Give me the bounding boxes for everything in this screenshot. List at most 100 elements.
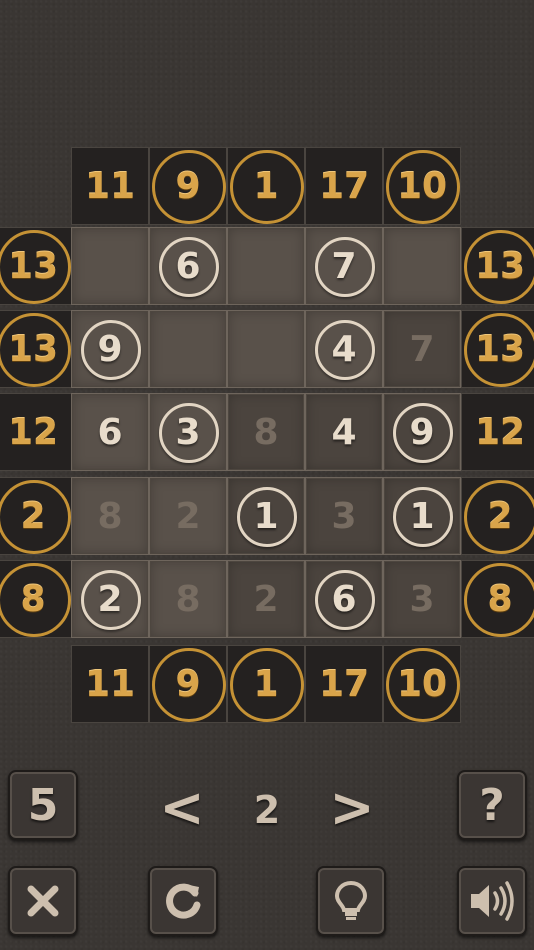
left-clue: 8 [0, 560, 72, 638]
cell-number: 3 [331, 495, 357, 537]
grid-cell[interactable]: 1 [227, 477, 305, 555]
left-clue: 2 [0, 477, 72, 555]
grid-cell[interactable]: 8 [227, 393, 305, 471]
clue-number: 11 [84, 663, 136, 705]
grid-cell[interactable]: 2 [149, 477, 227, 555]
grid-cell[interactable]: 9 [71, 310, 149, 388]
right-clue: 12 [461, 393, 534, 471]
clue-number: 17 [318, 663, 370, 705]
grid-cell[interactable]: 9 [383, 393, 461, 471]
page-number: 2 [253, 788, 281, 832]
clue-ring [0, 313, 71, 387]
prev-label: < [159, 775, 205, 839]
clue-ring [386, 150, 460, 224]
top-clue: 11 [71, 147, 149, 225]
restart-icon [161, 879, 205, 923]
bottom-clue: 10 [383, 645, 461, 723]
close-icon [23, 881, 63, 921]
cell-ring [237, 487, 297, 547]
cell-number: 7 [409, 328, 435, 370]
clue-ring [464, 563, 534, 637]
cell-number: 2 [253, 578, 279, 620]
grid-cell[interactable]: 3 [305, 477, 383, 555]
grid-cell[interactable]: 6 [149, 227, 227, 305]
grid-cell[interactable]: 4 [305, 393, 383, 471]
clue-number: 12 [7, 411, 59, 453]
grid-cell[interactable]: 7 [305, 227, 383, 305]
grid-cell[interactable]: 1 [383, 477, 461, 555]
cell-ring [81, 570, 141, 630]
cell-ring [315, 320, 375, 380]
clue-ring [230, 648, 304, 722]
clue-ring [386, 648, 460, 722]
next-page-button[interactable]: > [322, 775, 382, 839]
hint-button[interactable] [316, 866, 386, 936]
cell-ring [393, 403, 453, 463]
top-clue: 17 [305, 147, 383, 225]
grid-cell[interactable]: 6 [71, 393, 149, 471]
left-clue: 12 [0, 393, 72, 471]
top-clue: 1 [227, 147, 305, 225]
top-clue: 9 [149, 147, 227, 225]
clue-ring [0, 480, 71, 554]
clue-ring [0, 230, 71, 304]
cell-ring [159, 237, 219, 297]
cell-number: 3 [409, 578, 435, 620]
right-clue: 8 [461, 560, 534, 638]
grid-cell[interactable]: 7 [383, 310, 461, 388]
bottom-clue: 17 [305, 645, 383, 723]
clue-ring [464, 230, 534, 304]
clue-ring [230, 150, 304, 224]
grid-cell[interactable] [383, 227, 461, 305]
speaker-icon [467, 879, 517, 923]
left-clue: 13 [0, 310, 72, 388]
clue-ring [464, 313, 534, 387]
grid-cell[interactable] [71, 227, 149, 305]
clue-ring [0, 563, 71, 637]
grid-cell[interactable]: 4 [305, 310, 383, 388]
cell-number: 8 [97, 495, 123, 537]
cell-ring [159, 403, 219, 463]
help-button[interactable]: ? [457, 770, 527, 840]
bottom-clue: 11 [71, 645, 149, 723]
bottom-clue: 1 [227, 645, 305, 723]
cell-number: 4 [331, 411, 357, 453]
next-label: > [329, 775, 375, 839]
grid-cell[interactable]: 8 [71, 477, 149, 555]
grid-cell[interactable]: 2 [71, 560, 149, 638]
clue-ring [152, 150, 226, 224]
help-label: ? [479, 779, 505, 831]
grid-cell[interactable] [227, 227, 305, 305]
left-clue: 13 [0, 227, 72, 305]
top-clue: 10 [383, 147, 461, 225]
cell-number: 8 [253, 411, 279, 453]
right-clue: 2 [461, 477, 534, 555]
grid-cell[interactable]: 2 [227, 560, 305, 638]
clue-number: 11 [84, 165, 136, 207]
bottom-clue: 9 [149, 645, 227, 723]
grid-cell[interactable]: 3 [149, 393, 227, 471]
grid-cell[interactable] [149, 310, 227, 388]
grid-cell[interactable]: 3 [383, 560, 461, 638]
restart-button[interactable] [148, 866, 218, 936]
clue-ring [464, 480, 534, 554]
grid-cell[interactable]: 6 [305, 560, 383, 638]
close-button[interactable] [8, 866, 78, 936]
right-clue: 13 [461, 227, 534, 305]
cell-number: 6 [97, 411, 123, 453]
prev-page-button[interactable]: < [152, 775, 212, 839]
size-button[interactable]: 5 [8, 770, 78, 840]
grid-cell[interactable] [227, 310, 305, 388]
right-clue: 13 [461, 310, 534, 388]
lightbulb-icon [331, 879, 371, 923]
clue-number: 17 [318, 165, 370, 207]
cell-ring [315, 570, 375, 630]
cell-ring [315, 237, 375, 297]
sound-button[interactable] [457, 866, 527, 936]
cell-ring [81, 320, 141, 380]
clue-number: 12 [474, 411, 526, 453]
size-label: 5 [27, 779, 59, 831]
grid-cell[interactable]: 8 [149, 560, 227, 638]
clue-ring [152, 648, 226, 722]
cell-number: 2 [175, 495, 201, 537]
